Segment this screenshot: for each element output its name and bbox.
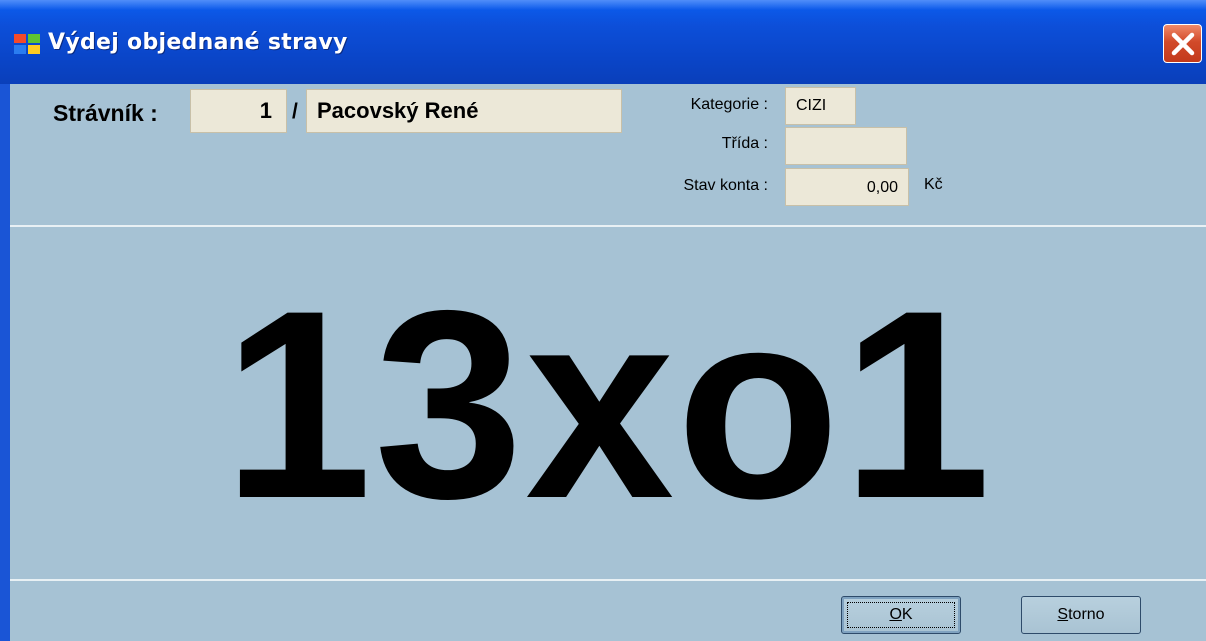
close-button[interactable] <box>1163 24 1202 63</box>
order-code-display: 13xo1 <box>223 254 993 554</box>
storno-label-rest: torno <box>1068 606 1105 623</box>
class-field[interactable] <box>785 127 907 165</box>
storno-hotkey: S <box>1057 606 1069 623</box>
window-title: Výdej objednané stravy <box>48 30 348 55</box>
storno-button[interactable]: Storno <box>1021 596 1141 634</box>
class-label: Třída : <box>721 135 768 152</box>
divider-bottom <box>10 579 1206 581</box>
title-bar[interactable]: Výdej objednané stravy <box>0 0 1206 84</box>
focus-rect <box>847 602 955 628</box>
balance-label: Stav konta : <box>683 177 769 194</box>
diner-label: Strávník : <box>53 100 158 126</box>
window-border <box>0 84 10 641</box>
divider-top <box>10 225 1206 227</box>
ok-button[interactable]: OK <box>841 596 961 634</box>
diner-number-field[interactable]: 1 <box>190 89 287 133</box>
close-icon <box>1171 32 1195 56</box>
dialog-window: Výdej objednané stravy Strávník : 1 / Pa… <box>0 0 1206 641</box>
diner-separator: / <box>292 100 298 123</box>
currency-label: Kč <box>924 176 943 193</box>
balance-field[interactable]: 0,00 <box>785 168 909 206</box>
category-label: Kategorie : <box>690 96 768 113</box>
category-field[interactable]: CIZI <box>785 87 856 125</box>
diner-name-field[interactable]: Pacovský René <box>306 89 622 133</box>
windows-flag-icon <box>14 34 40 54</box>
